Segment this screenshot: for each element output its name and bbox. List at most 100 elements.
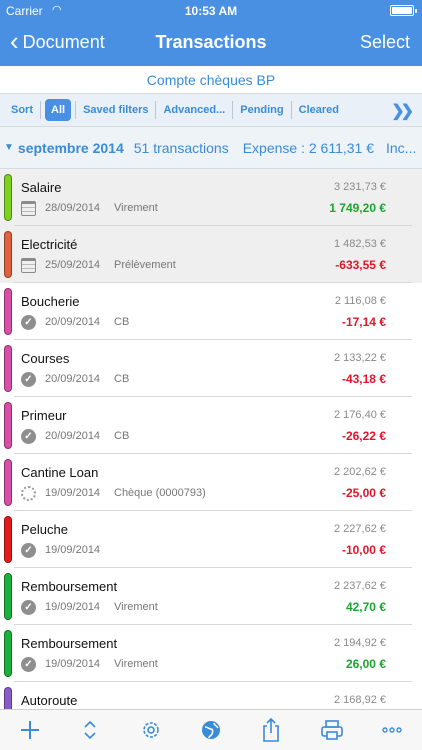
transaction-date: 20/09/2014: [45, 373, 101, 385]
calendar-icon: [21, 201, 36, 216]
running-balance: 2 168,92 €: [334, 694, 386, 706]
payment-method: Virement: [114, 601, 158, 613]
category-color-stripe: [4, 231, 12, 278]
category-color-stripe: [4, 516, 12, 563]
expense-total: Expense : 2 611,31 €: [242, 139, 374, 156]
category-color-stripe: [4, 288, 12, 335]
status-bar: Carrier ◠ 10:53 AM: [0, 0, 422, 22]
transaction-row[interactable]: Electricité 1 482,53 € 25/09/2014 Prélèv…: [0, 226, 422, 283]
running-balance: 2 237,62 €: [334, 580, 386, 592]
transaction-name: Primeur: [21, 408, 67, 423]
running-balance: 2 133,22 €: [334, 352, 386, 364]
transaction-name: Boucherie: [21, 294, 80, 309]
page-title: Transactions: [155, 32, 267, 52]
pending-spinner-icon: [21, 486, 36, 501]
advanced-filter-button[interactable]: Advanced...: [156, 99, 232, 121]
category-color-stripe: [4, 174, 12, 221]
transaction-date: 19/09/2014: [45, 487, 101, 499]
clock: 10:53 AM: [184, 4, 238, 18]
double-chevron-right-icon[interactable]: ❯❯: [391, 101, 414, 121]
cleared-filter-button[interactable]: Cleared: [292, 99, 346, 121]
transaction-name: Peluche: [21, 522, 68, 537]
pending-filter-button[interactable]: Pending: [233, 99, 290, 121]
category-color-stripe: [4, 345, 12, 392]
account-name[interactable]: Compte chèques BP: [0, 66, 422, 94]
transaction-row[interactable]: Remboursement 2 194,92 € ✓ 19/09/2014 Vi…: [0, 625, 422, 682]
transaction-amount: -10,00 €: [341, 543, 386, 557]
check-icon: ✓: [21, 372, 36, 387]
filter-bar: Sort All Saved filters Advanced... Pendi…: [0, 94, 422, 127]
payment-method: Virement: [114, 658, 158, 670]
check-icon: ✓: [21, 543, 36, 558]
transaction-amount: 1 749,20 €: [329, 201, 386, 215]
transaction-row[interactable]: Primeur 2 176,40 € ✓ 20/09/2014 CB -26,2…: [0, 397, 422, 454]
transaction-row[interactable]: Peluche 2 227,62 € ✓ 19/09/2014 -10,00 €: [0, 511, 422, 568]
navigation-bar: ‹ Document Transactions Select: [0, 22, 422, 66]
category-color-stripe: [4, 402, 12, 449]
transaction-row[interactable]: Cantine Loan 2 202,62 € 19/09/2014 Chèqu…: [0, 454, 422, 511]
transaction-row[interactable]: Autoroute 2 168,92 €: [0, 682, 422, 709]
print-icon[interactable]: [319, 717, 345, 743]
transaction-name: Courses: [21, 351, 70, 366]
calendar-icon: [21, 258, 36, 273]
divider: [40, 101, 41, 119]
share-icon[interactable]: [258, 717, 284, 743]
transaction-row[interactable]: Salaire 3 231,73 € 28/09/2014 Virement 1…: [0, 169, 422, 226]
sort-button[interactable]: Sort: [4, 99, 40, 121]
transaction-amount: 42,70 €: [345, 600, 386, 614]
income-total: Inc...: [386, 139, 417, 156]
payment-method: CB: [114, 373, 130, 385]
running-balance: 2 116,08 €: [334, 295, 386, 307]
payment-method: Virement: [114, 202, 158, 214]
transaction-name: Cantine Loan: [21, 465, 99, 480]
transaction-row[interactable]: Boucherie 2 116,08 € ✓ 20/09/2014 CB -17…: [0, 283, 422, 340]
payment-method: Chèque (0000793): [114, 487, 206, 499]
transaction-name: Salaire: [21, 180, 62, 195]
transaction-date: 19/09/2014: [45, 601, 101, 613]
reorder-icon[interactable]: [77, 717, 103, 743]
disclosure-triangle-icon: ▼: [4, 142, 14, 153]
transaction-amount: -633,55 €: [335, 258, 386, 272]
bottom-toolbar: [0, 709, 422, 750]
transaction-name: Electricité: [21, 237, 78, 252]
check-icon: ✓: [21, 600, 36, 615]
transaction-amount: -26,22 €: [341, 429, 386, 443]
running-balance: 2 194,92 €: [334, 637, 386, 649]
check-icon: ✓: [21, 429, 36, 444]
battery-icon: [390, 5, 417, 16]
globe-icon[interactable]: [198, 717, 224, 743]
select-button[interactable]: Select: [360, 32, 410, 53]
payment-method: Prélèvement: [114, 259, 176, 271]
transaction-date: 19/09/2014: [45, 544, 101, 556]
transaction-date: 25/09/2014: [45, 259, 101, 271]
transaction-amount: -43,18 €: [341, 372, 386, 386]
transaction-list[interactable]: Salaire 3 231,73 € 28/09/2014 Virement 1…: [0, 169, 422, 709]
running-balance: 3 231,73 €: [334, 181, 386, 193]
transaction-amount: -25,00 €: [341, 486, 386, 500]
month-section-header[interactable]: ▼ septembre 2014 51 transactions Expense…: [0, 127, 422, 169]
payment-method: CB: [114, 430, 130, 442]
category-color-stripe: [4, 630, 12, 677]
category-color-stripe: [4, 573, 12, 620]
add-icon[interactable]: [17, 717, 43, 743]
transaction-date: 20/09/2014: [45, 430, 101, 442]
filter-all-button[interactable]: All: [45, 99, 72, 121]
transaction-row[interactable]: Courses 2 133,22 € ✓ 20/09/2014 CB -43,1…: [0, 340, 422, 397]
settings-icon[interactable]: [138, 717, 164, 743]
transaction-amount: 26,00 €: [345, 657, 386, 671]
transaction-name: Remboursement: [21, 579, 118, 594]
running-balance: 2 202,62 €: [334, 466, 386, 478]
transaction-date: 19/09/2014: [45, 658, 101, 670]
transaction-count: 51 transactions: [133, 139, 229, 156]
transaction-row[interactable]: Remboursement 2 237,62 € ✓ 19/09/2014 Vi…: [0, 568, 422, 625]
running-balance: 2 227,62 €: [334, 523, 386, 535]
more-icon[interactable]: [379, 717, 405, 743]
check-icon: ✓: [21, 315, 36, 330]
payment-method: CB: [114, 316, 130, 328]
month-name: septembre 2014: [17, 139, 124, 156]
transaction-amount: -17,14 €: [341, 315, 386, 329]
running-balance: 2 176,40 €: [334, 409, 386, 421]
check-icon: ✓: [21, 657, 36, 672]
saved-filters-button[interactable]: Saved filters: [76, 99, 155, 121]
header: Carrier ◠ 10:53 AM ‹ Document Transactio…: [0, 0, 422, 66]
